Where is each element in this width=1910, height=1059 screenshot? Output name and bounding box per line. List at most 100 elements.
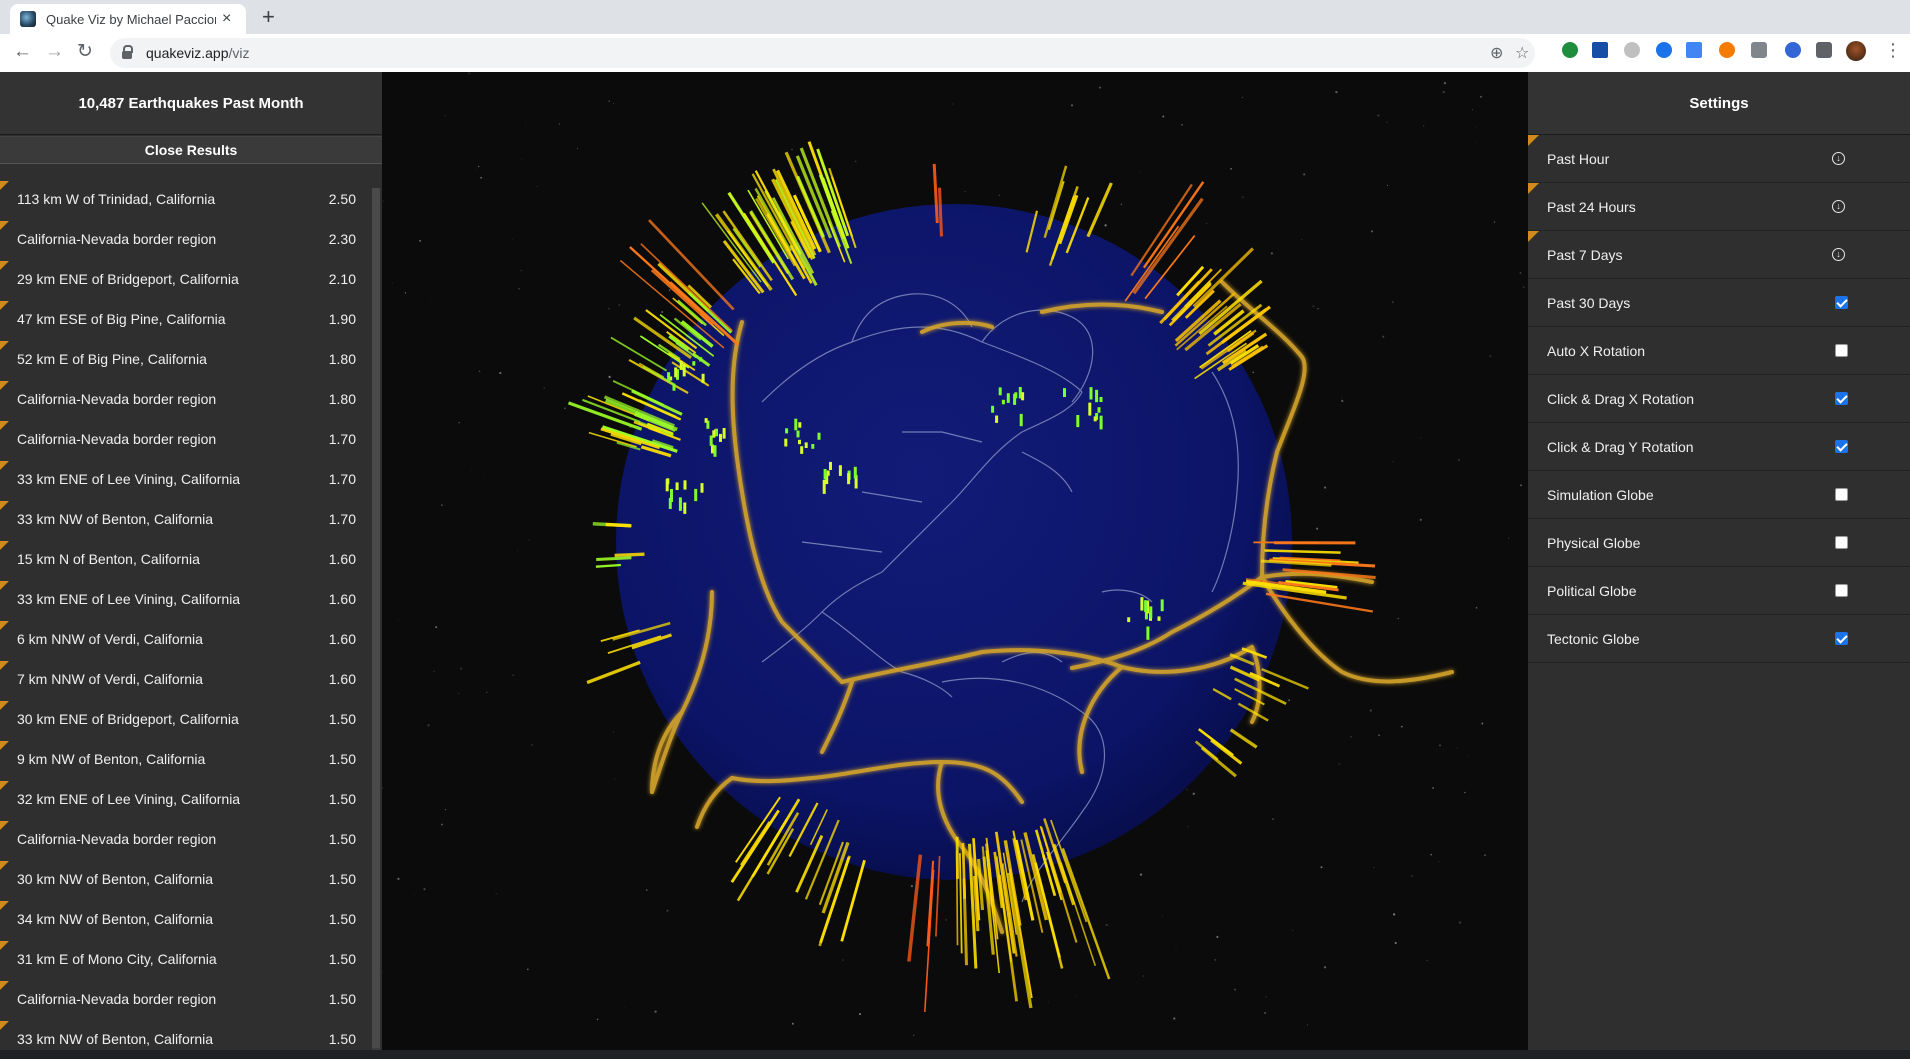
extension-react-icon[interactable] (1592, 42, 1608, 58)
star (1230, 168, 1232, 170)
download-icon[interactable]: ↓ (1832, 152, 1845, 165)
earthquake-marker (699, 357, 702, 361)
star (1377, 115, 1379, 117)
extension-fi-icon[interactable] (1686, 42, 1702, 58)
star (475, 169, 476, 170)
star (1048, 1002, 1049, 1003)
setting-row[interactable]: Past Hour↓ (1528, 135, 1910, 183)
close-tab-icon[interactable]: × (222, 10, 231, 28)
result-place: California-Nevada border region (17, 231, 311, 247)
bookmark-star-icon[interactable]: ☆ (1515, 43, 1529, 63)
result-row[interactable]: 33 km ENE of Lee Vining, California1.60 (0, 579, 372, 619)
result-row[interactable]: California-Nevada border region1.70 (0, 419, 372, 459)
reload-icon[interactable]: ↻ (77, 41, 93, 63)
extension-blue-circle-icon[interactable] (1656, 42, 1672, 58)
setting-row[interactable]: Past 7 Days↓ (1528, 231, 1910, 279)
extension-green-icon[interactable] (1562, 42, 1578, 58)
star (1242, 97, 1243, 98)
result-row[interactable]: 113 km W of Trinidad, California2.50 (0, 179, 372, 219)
setting-row[interactable]: Simulation Globe (1528, 471, 1910, 519)
setting-row[interactable]: Political Globe (1528, 567, 1910, 615)
address-bar[interactable]: quakeviz.app/viz ⊕ ☆ (110, 38, 1535, 68)
extension-gray-icon[interactable] (1624, 42, 1640, 58)
earthquake-marker (1161, 599, 1164, 611)
extension-orange-icon[interactable] (1719, 42, 1735, 58)
camera-icon[interactable] (1751, 42, 1767, 58)
star (537, 186, 538, 187)
globe-canvas[interactable] (382, 72, 1528, 1050)
new-tab-button[interactable]: + (262, 4, 275, 30)
url-host: quakeviz.app (146, 45, 229, 61)
result-row[interactable]: California-Nevada border region1.50 (0, 819, 372, 859)
close-results-button[interactable]: Close Results (0, 136, 382, 164)
result-place: California-Nevada border region (17, 391, 311, 407)
result-row[interactable]: 30 km ENE of Bridgeport, California1.50 (0, 699, 372, 739)
setting-row[interactable]: Click & Drag Y Rotation (1528, 423, 1910, 471)
result-row[interactable]: California-Nevada border region2.30 (0, 219, 372, 259)
result-row[interactable]: 34 km NW of Benton, California1.50 (0, 899, 372, 939)
setting-row[interactable]: Physical Globe (1528, 519, 1910, 567)
result-row[interactable]: 15 km N of Benton, California1.60 (0, 539, 372, 579)
back-arrow-icon[interactable]: ← (13, 41, 32, 63)
download-icon[interactable]: ↓ (1832, 200, 1845, 213)
download-icon[interactable]: ↓ (1832, 248, 1845, 261)
star (512, 674, 514, 676)
setting-checkbox[interactable] (1835, 488, 1848, 501)
settings-list: Past Hour↓Past 24 Hours↓Past 7 Days↓Past… (1528, 134, 1910, 663)
setting-checkbox[interactable] (1835, 440, 1848, 453)
browser-tab[interactable]: Quake Viz by Michael Paccione × (10, 4, 246, 34)
star (1397, 618, 1398, 619)
result-row[interactable]: 6 km NNW of Verdi, California1.60 (0, 619, 372, 659)
setting-checkbox[interactable] (1835, 296, 1848, 309)
setting-label: Past 30 Days (1547, 295, 1835, 311)
setting-row[interactable]: Click & Drag X Rotation (1528, 375, 1910, 423)
star (1378, 735, 1380, 737)
star (945, 919, 947, 921)
extensions-puzzle-icon[interactable] (1816, 42, 1832, 58)
result-place: 31 km E of Mono City, California (17, 951, 311, 967)
star (460, 668, 462, 670)
browser-menu-icon[interactable]: ⋮ (1884, 40, 1902, 61)
setting-checkbox[interactable] (1835, 584, 1848, 597)
setting-checkbox[interactable] (1835, 536, 1848, 549)
setting-checkbox[interactable] (1835, 632, 1848, 645)
profile-avatar[interactable] (1846, 41, 1866, 61)
globe-visualization[interactable] (382, 72, 1528, 1050)
results-scroll-thumb[interactable] (372, 188, 380, 1048)
star (654, 1010, 656, 1012)
result-row[interactable]: 29 km ENE of Bridgeport, California2.10 (0, 259, 372, 299)
star (1420, 519, 1422, 521)
setting-label: Physical Globe (1547, 535, 1835, 551)
result-row[interactable]: 52 km E of Big Pine, California1.80 (0, 339, 372, 379)
results-scrollbar[interactable] (372, 188, 380, 1050)
result-row[interactable]: 47 km ESE of Big Pine, California1.90 (0, 299, 372, 339)
star (1457, 748, 1458, 749)
setting-checkbox[interactable] (1835, 344, 1848, 357)
result-row[interactable]: California-Nevada border region1.50 (0, 979, 372, 1019)
star (1176, 950, 1177, 951)
earthquake-marker (824, 469, 827, 479)
result-row[interactable]: 30 km NW of Benton, California1.50 (0, 859, 372, 899)
star (842, 959, 844, 961)
result-row[interactable]: 32 km ENE of Lee Vining, California1.50 (0, 779, 372, 819)
setting-row[interactable]: Tectonic Globe (1528, 615, 1910, 663)
result-row[interactable]: 9 km NW of Benton, California1.50 (0, 739, 372, 779)
install-app-icon[interactable]: ⊕ (1490, 43, 1503, 63)
setting-row[interactable]: Past 30 Days (1528, 279, 1910, 327)
result-row[interactable]: 33 km NW of Benton, California1.70 (0, 499, 372, 539)
result-row[interactable]: 33 km ENE of Lee Vining, California1.70 (0, 459, 372, 499)
setting-label: Past 7 Days (1547, 247, 1832, 263)
extension-gear-icon[interactable] (1785, 42, 1801, 58)
star (613, 103, 614, 104)
forward-arrow-icon[interactable]: → (45, 41, 64, 63)
star (1430, 854, 1432, 856)
setting-checkbox[interactable] (1835, 392, 1848, 405)
star (478, 166, 479, 167)
result-row[interactable]: 33 km NW of Benton, California1.50 (0, 1019, 372, 1059)
result-row[interactable]: 7 km NNW of Verdi, California1.60 (0, 659, 372, 699)
result-row[interactable]: 31 km E of Mono City, California1.50 (0, 939, 372, 979)
star (792, 1023, 794, 1025)
setting-row[interactable]: Past 24 Hours↓ (1528, 183, 1910, 231)
setting-row[interactable]: Auto X Rotation (1528, 327, 1910, 375)
result-row[interactable]: California-Nevada border region1.80 (0, 379, 372, 419)
